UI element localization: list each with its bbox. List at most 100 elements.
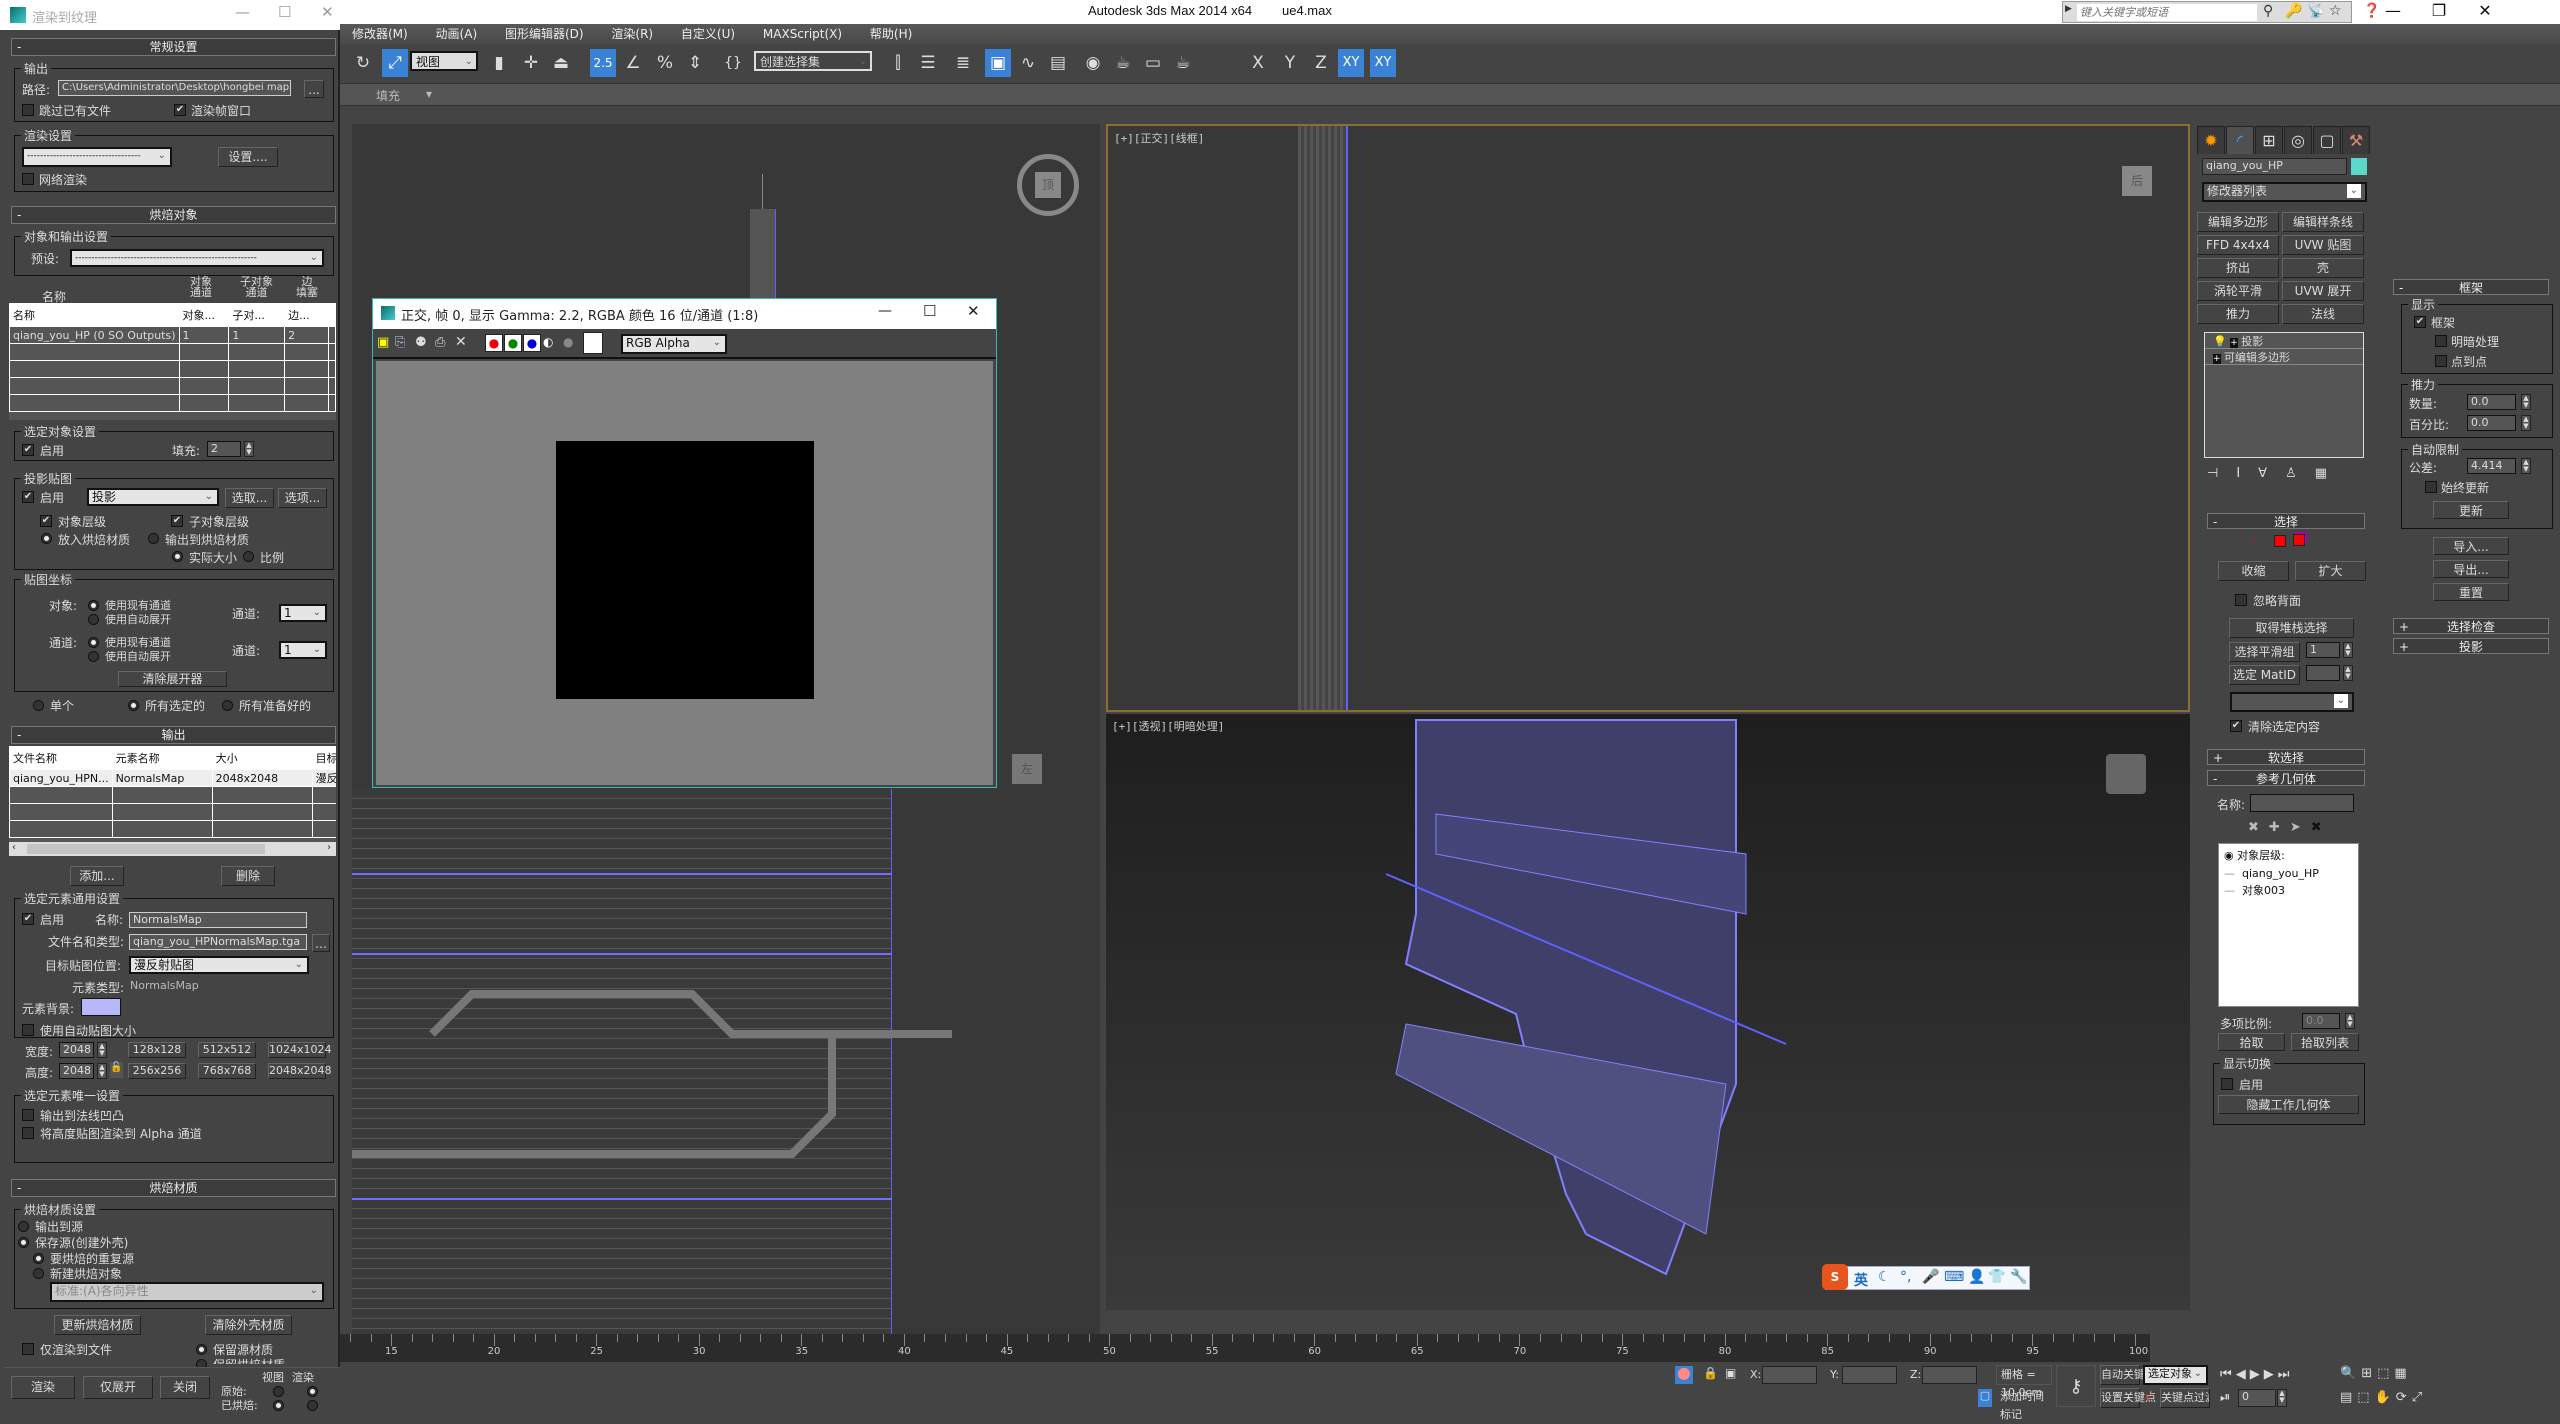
fov-icon[interactable]: ▤: [2340, 1390, 2357, 1405]
viewcube-back[interactable]: 后: [2122, 166, 2152, 196]
height-field[interactable]: 2048: [59, 1063, 94, 1079]
point-to-point-checkbox[interactable]: [2435, 355, 2447, 367]
all-prepared-radio[interactable]: [222, 700, 233, 711]
named-selection-icon[interactable]: {}: [720, 49, 746, 77]
update-button[interactable]: 更新: [2433, 501, 2509, 519]
mod-push-button[interactable]: 推力: [2197, 304, 2279, 324]
close-button[interactable]: ✕: [321, 3, 334, 21]
multi-scale-field[interactable]: 0.0: [2302, 1013, 2340, 1029]
subobject-use-existing-radio[interactable]: [88, 637, 99, 648]
y-coordinate-field[interactable]: [1842, 1366, 1897, 1384]
keyboard-icon[interactable]: ⌨: [1944, 1269, 1964, 1285]
blue-channel-toggle[interactable]: ●: [523, 334, 541, 352]
general-settings-rollout[interactable]: - 常规设置: [11, 38, 336, 56]
maximize-button[interactable]: ☐: [923, 302, 936, 320]
grow-button[interactable]: 扩大: [2295, 561, 2366, 581]
menu-help[interactable]: 帮助(H): [858, 24, 924, 44]
ime-lang[interactable]: 英: [1854, 1270, 1868, 1290]
key-filters-button[interactable]: 关键点过滤器...: [2160, 1388, 2210, 1408]
file-name-type-field[interactable]: qiang_you_HPNormalsMap.tga: [129, 934, 307, 950]
mod-normal-button[interactable]: 法线: [2282, 304, 2364, 324]
absolute-mode-icon[interactable]: ▣: [1725, 1366, 1736, 1380]
width-spinner[interactable]: ▲ ▼: [97, 1042, 107, 1058]
object-use-existing-radio[interactable]: [88, 600, 99, 611]
red-channel-toggle[interactable]: ●: [485, 334, 503, 352]
display-tab-icon[interactable]: ▢: [2313, 126, 2341, 154]
rotate-icon[interactable]: ↻: [350, 49, 376, 77]
minimize-button[interactable]: —: [235, 3, 250, 21]
put-to-bake-radio[interactable]: [41, 533, 52, 544]
height-spinner[interactable]: ▲ ▼: [97, 1063, 107, 1079]
scrollbar-thumb[interactable]: [27, 844, 265, 854]
motion-tab-icon[interactable]: ◎: [2284, 126, 2312, 154]
path-browse-button[interactable]: ...: [304, 80, 324, 98]
curve-editor-icon[interactable]: ∿: [1015, 49, 1041, 77]
mirror-icon[interactable]: ⫿: [885, 49, 911, 77]
tolerance-spinner[interactable]: ▲ ▼: [2521, 458, 2531, 474]
stack-item-projection[interactable]: 💡 + 投影: [2205, 333, 2363, 349]
maximize-button[interactable]: ☐: [278, 3, 291, 21]
binoculars-icon[interactable]: ⚲: [2263, 3, 2273, 19]
minimize-button[interactable]: —: [2370, 0, 2416, 24]
stack-item-editable-poly[interactable]: + 可编辑多边形: [2205, 349, 2363, 365]
mod-turbosmooth-button[interactable]: 涡轮平滑: [2197, 281, 2279, 301]
mod-edit-spline-button[interactable]: 编辑样条线: [2282, 212, 2364, 232]
snap-toggle-button[interactable]: 2.5: [590, 49, 616, 77]
key-mode-dropdown[interactable]: 选定对象 ⌄: [2143, 1365, 2208, 1385]
baked-render-radio[interactable]: [307, 1400, 318, 1411]
padding-spinner[interactable]: ▲ ▼: [244, 441, 254, 457]
hide-working-geometry-button[interactable]: 隐藏工作几何体: [2218, 1095, 2359, 1114]
viewport-label-front[interactable]: [+][正交][线框]: [1114, 130, 1204, 146]
real-size-radio[interactable]: [172, 551, 183, 562]
star-icon[interactable]: ☆: [2329, 3, 2342, 19]
header-element-name[interactable]: 元素名称: [111, 746, 213, 770]
alpha-toggle-icon[interactable]: ◐: [543, 335, 553, 349]
viewport-left[interactable]: 左: [352, 714, 1100, 1334]
x-coordinate-field[interactable]: [1762, 1366, 1817, 1384]
pick-list-button[interactable]: 拾取列表: [2291, 1033, 2359, 1051]
horizontal-scrollbar[interactable]: ‹ ›: [9, 842, 336, 856]
maximize-viewport-icon[interactable]: ⤢: [2412, 1390, 2427, 1405]
element-enable-checkbox[interactable]: ✔: [22, 913, 34, 925]
spinner-snap-icon[interactable]: ⇕: [682, 49, 708, 77]
viewcube-top[interactable]: 顶: [1035, 172, 1061, 198]
original-view-radio[interactable]: [273, 1386, 284, 1397]
projection-enable-checkbox[interactable]: ✔: [22, 491, 34, 503]
unwrap-only-button[interactable]: 仅展开: [83, 1376, 153, 1399]
percent-snap-icon[interactable]: %: [652, 49, 678, 77]
show-end-result-icon[interactable]: Ⅰ: [2236, 466, 2258, 481]
cage-checkbox[interactable]: ✔: [2414, 316, 2426, 328]
axis-x-button[interactable]: X: [1245, 49, 1271, 77]
add-ref-icon[interactable]: ✚: [2269, 820, 2290, 835]
multi-scale-spinner[interactable]: ▲ ▼: [2345, 1013, 2355, 1029]
named-selection-dropdown[interactable]: 创建选择集 ⌄: [754, 51, 872, 71]
save-source-radio[interactable]: [18, 1237, 29, 1248]
render-frame-window-checkbox[interactable]: ✔: [174, 104, 186, 116]
zoom-all-icon[interactable]: ⊞: [2361, 1366, 2377, 1381]
element-name-field[interactable]: NormalsMap: [129, 912, 307, 928]
menu-modifiers[interactable]: 修改器(M): [340, 24, 420, 44]
zoom-extents-all-icon[interactable]: ▦: [2394, 1366, 2411, 1381]
object-level-checkbox[interactable]: ✔: [40, 515, 52, 527]
always-update-checkbox[interactable]: [2425, 481, 2437, 493]
menu-maxscript[interactable]: MAXScript(X): [751, 24, 854, 44]
options-button[interactable]: 选项...: [278, 488, 327, 508]
background-color-swatch[interactable]: [583, 332, 603, 354]
selection-lock-icon[interactable]: 🔒: [1703, 1366, 1718, 1380]
toggle-enable-checkbox[interactable]: [2221, 1078, 2233, 1090]
create-tab-icon[interactable]: ✹: [2197, 126, 2225, 154]
layer-manager-icon[interactable]: ≣: [950, 49, 976, 77]
close-button[interactable]: ✕: [2462, 0, 2508, 24]
pin-stack-icon[interactable]: ⊣: [2207, 466, 2236, 481]
go-to-end-icon[interactable]: ⏭: [2278, 1367, 2294, 1382]
object-use-auto-radio[interactable]: [88, 614, 99, 625]
table-row[interactable]: qiang_you_HPN... NormalsMap 2048x2048 漫反: [9, 769, 336, 787]
punctuation-icon[interactable]: °,: [1900, 1269, 1911, 1285]
ratio-radio[interactable]: [243, 551, 254, 562]
matid-field[interactable]: [2306, 665, 2340, 681]
header-name[interactable]: 名称: [9, 303, 180, 327]
restore-button[interactable]: ❐: [2416, 0, 2462, 24]
axis-y-button[interactable]: Y: [1277, 49, 1303, 77]
print-icon[interactable]: ⎙: [435, 335, 445, 350]
hierarchy-tab-icon[interactable]: ⊞: [2255, 126, 2283, 154]
